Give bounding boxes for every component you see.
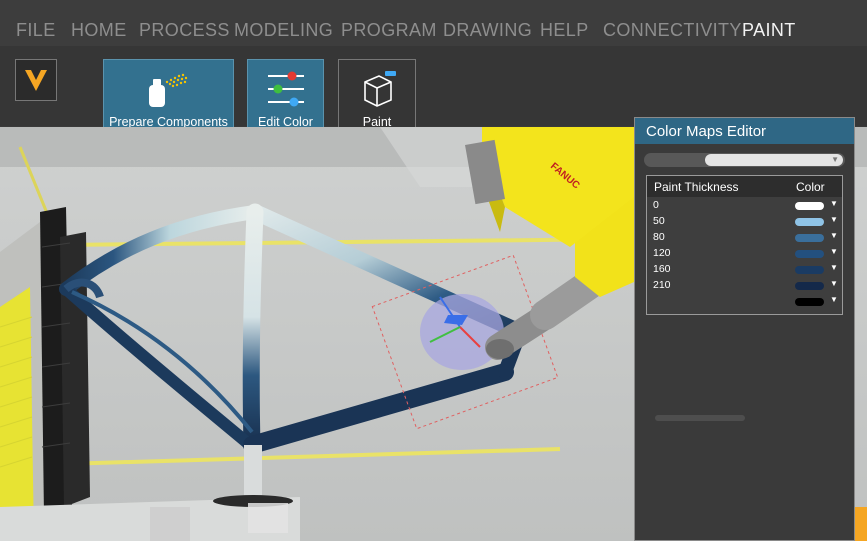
color-maps-editor-panel: Color Maps Editor ▼ Paint Thickness Colo… [634,117,855,541]
table-scrollbar[interactable] [655,415,745,421]
menu-home[interactable]: HOME [71,20,127,41]
table-row[interactable]: 50 ▼ [647,214,842,230]
sliders-icon [264,70,308,112]
thickness-value[interactable]: 210 [653,279,671,291]
chevron-down-icon[interactable]: ▼ [830,263,838,272]
col-color: Color [796,180,825,194]
chevron-down-icon[interactable]: ▼ [830,279,838,288]
spray-can-icon [145,70,193,112]
menu-bar: FILE HOME PROCESS MODELING PROGRAM DRAWI… [0,0,867,46]
color-swatch[interactable] [795,234,824,242]
chevron-down-icon[interactable]: ▼ [830,247,838,256]
table-row[interactable]: ▼ [647,294,842,421]
color-swatch[interactable] [795,298,824,306]
thickness-value[interactable]: 80 [653,231,665,243]
table-row[interactable]: 80 ▼ [647,230,842,246]
color-map-select-field[interactable] [705,154,843,166]
color-swatch[interactable] [795,266,824,274]
table-row[interactable]: 0 ▼ [647,198,842,214]
app-logo[interactable] [15,59,57,101]
color-swatch[interactable] [795,218,824,226]
menu-program[interactable]: PROGRAM [341,20,437,41]
panel-title: Color Maps Editor [635,118,854,144]
menu-modeling[interactable]: MODELING [234,20,333,41]
thickness-value[interactable]: 120 [653,247,671,259]
menu-process[interactable]: PROCESS [139,20,230,41]
menu-file[interactable]: FILE [16,20,56,41]
menu-drawing[interactable]: DRAWING [443,20,532,41]
thickness-cube-icon [355,70,399,112]
color-map-select[interactable]: ▼ [644,153,845,167]
chevron-down-icon[interactable]: ▼ [830,215,838,224]
chevron-down-icon[interactable]: ▼ [830,199,838,208]
menu-connectivity[interactable]: CONNECTIVITY [603,20,742,41]
color-swatch[interactable] [795,202,824,210]
table-header: Paint Thickness Color [647,176,842,197]
color-swatch[interactable] [795,282,824,290]
thickness-value[interactable]: 0 [653,199,659,211]
color-swatch[interactable] [795,250,824,258]
table-row[interactable]: 160 ▼ [647,262,842,278]
menu-help[interactable]: HELP [540,20,589,41]
color-map-table: Paint Thickness Color 0 ▼ 50 ▼ 80 ▼ 120 … [646,175,843,421]
chevron-down-icon[interactable]: ▼ [830,295,838,304]
thickness-value[interactable]: 160 [653,263,671,275]
menu-paint[interactable]: PAINT [742,20,796,41]
app-logo-icon [25,70,47,91]
chevron-down-icon[interactable]: ▼ [831,153,839,167]
thickness-value[interactable]: 50 [653,215,665,227]
table-row[interactable]: 120 ▼ [647,246,842,262]
table-row[interactable]: 210 ▼ [647,278,842,294]
chevron-down-icon[interactable]: ▼ [830,231,838,240]
col-paint-thickness: Paint Thickness [654,180,739,194]
